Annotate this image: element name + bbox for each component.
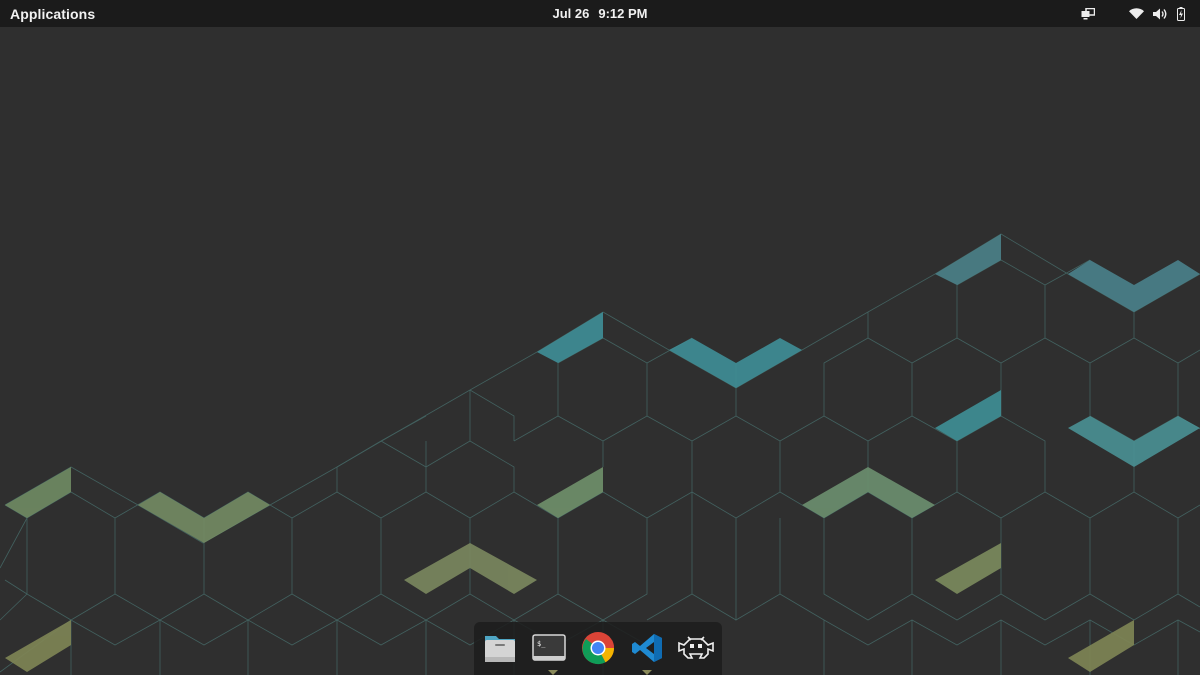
volume-icon[interactable]	[1152, 6, 1168, 22]
svg-text:$_: $_	[537, 640, 546, 648]
battery-charging-icon[interactable]	[1176, 6, 1186, 22]
top-panel: Applications Jul 26 9:12 PM	[0, 0, 1200, 27]
desktop-wallpaper	[0, 233, 1200, 675]
terminal-app-icon[interactable]: $_	[531, 630, 567, 666]
dock: $_	[474, 622, 722, 675]
wifi-icon[interactable]	[1128, 6, 1144, 22]
datetime-indicator: Jul 26 9:12 PM	[0, 6, 1200, 21]
space-invader-app-icon[interactable]	[678, 630, 714, 666]
vscode-app-icon[interactable]	[629, 630, 665, 666]
display-switch-icon[interactable]	[1080, 6, 1096, 22]
files-app-icon[interactable]	[482, 630, 518, 666]
dock-arrow-right	[642, 670, 652, 675]
time-label[interactable]: 9:12 PM	[598, 6, 647, 21]
system-tray	[1080, 0, 1186, 27]
dock-arrow-left	[548, 670, 558, 675]
applications-menu-button[interactable]: Applications	[10, 6, 95, 22]
date-label[interactable]: Jul 26	[553, 6, 590, 21]
chrome-app-icon[interactable]	[580, 630, 616, 666]
